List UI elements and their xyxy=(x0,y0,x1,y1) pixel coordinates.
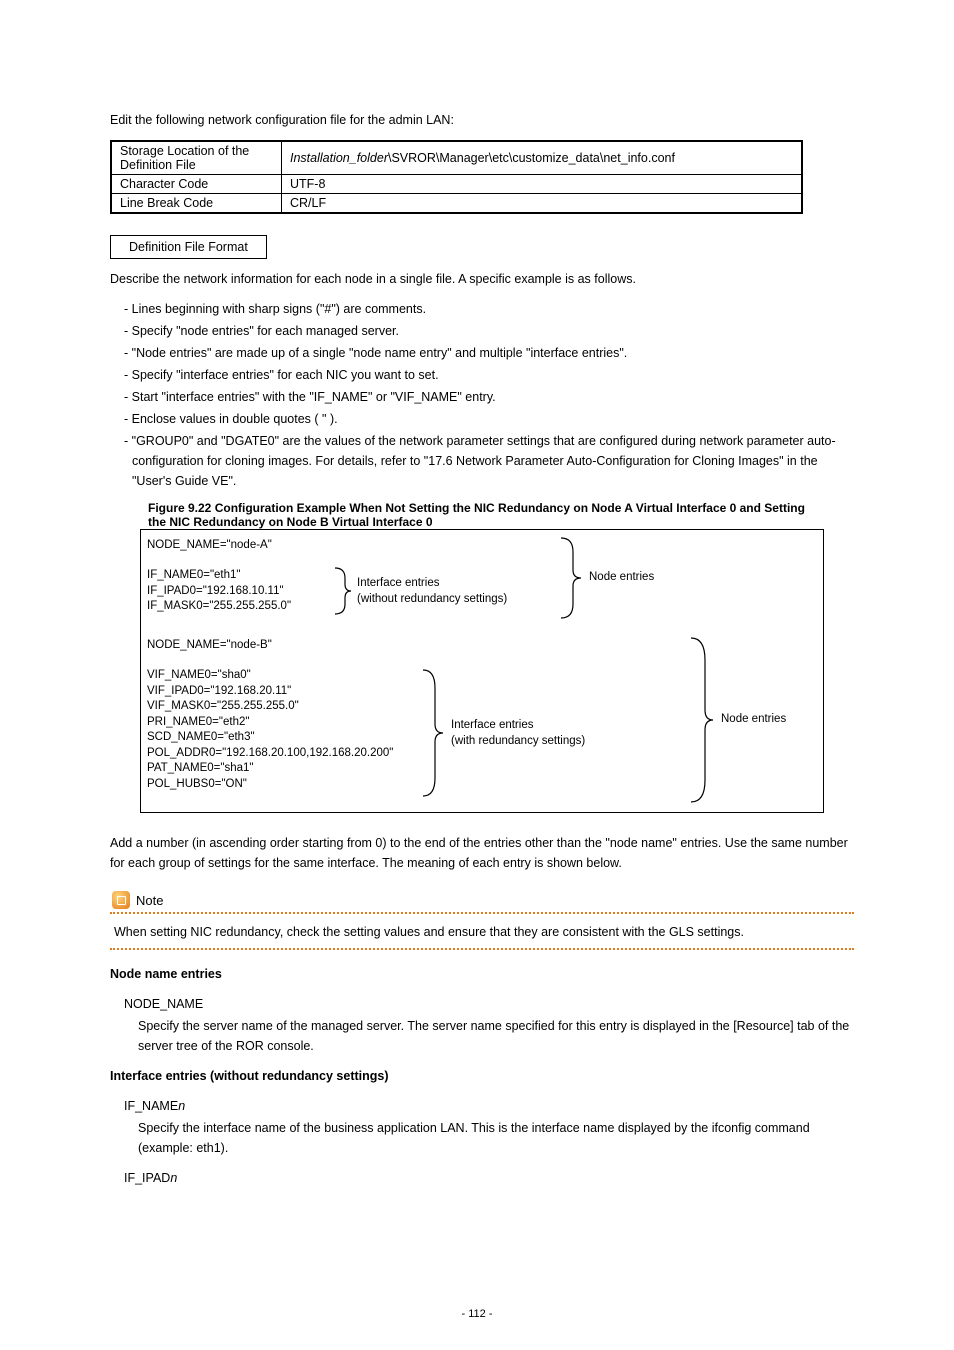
list-item: - "Node entries" are made up of a single… xyxy=(124,343,854,363)
fig-label-if-with: Interface entries (with redundancy setti… xyxy=(451,718,585,749)
cell-label: Character Code xyxy=(112,175,282,194)
table-row: Character Code UTF-8 xyxy=(112,175,802,194)
file-format-heading-box: Definition File Format xyxy=(110,235,267,259)
cell-label: Storage Location of theDefinition File xyxy=(112,142,282,175)
list-item: - Lines beginning with sharp signs ("#")… xyxy=(124,299,854,319)
fig-line: VIF_NAME0="sha0" xyxy=(147,668,393,684)
brace-icon xyxy=(689,636,715,804)
fig-line: PAT_NAME0="sha1" xyxy=(147,761,393,777)
file-format-list: - Lines beginning with sharp signs ("#")… xyxy=(124,299,854,491)
cell-value: CR/LF xyxy=(282,194,802,213)
fig-line: IF_NAME0="eth1" xyxy=(147,568,291,584)
brace-icon xyxy=(333,566,353,616)
note-block: Note When setting NIC redundancy, check … xyxy=(110,891,854,950)
fig-line: IF_IPAD0="192.168.10.11" xyxy=(147,584,291,600)
node-name-entry-heading: NODE_NAME xyxy=(124,994,854,1014)
if-name-body: Specify the interface name of the busine… xyxy=(138,1118,854,1158)
config-file-table: Storage Location of theDefinition File I… xyxy=(110,140,803,214)
list-item: - Enclose values in double quotes ( " ). xyxy=(124,409,854,429)
fig-node-a-if: IF_NAME0="eth1" IF_IPAD0="192.168.10.11"… xyxy=(147,568,291,615)
figure-image: NODE_NAME="node-A" IF_NAME0="eth1" IF_IP… xyxy=(140,529,824,813)
brace-icon xyxy=(421,668,445,798)
figure-block: Figure 9.22 Configuration Example When N… xyxy=(140,501,824,813)
fig-line: IF_MASK0="255.255.255.0" xyxy=(147,599,291,615)
note-label: Note xyxy=(136,893,163,908)
cell-value: UTF-8 xyxy=(282,175,802,194)
fig-line: SCD_NAME0="eth3" xyxy=(147,730,393,746)
list-item: - "GROUP0" and "DGATE0" are the values o… xyxy=(124,431,854,491)
fig-label-if-without: Interface entries (without redundancy se… xyxy=(357,576,507,607)
fig-line: POL_ADDR0="192.168.20.100,192.168.20.200… xyxy=(147,746,393,762)
fig-node-b-name: NODE_NAME="node-B" xyxy=(147,638,272,654)
divider-dots xyxy=(110,948,854,950)
fig-label-node-entries-b: Node entries xyxy=(721,712,786,728)
file-format-desc: Describe the network information for eac… xyxy=(110,269,854,289)
after-figure-paragraph: Add a number (in ascending order startin… xyxy=(110,833,854,873)
list-item: - Start "interface entries" with the "IF… xyxy=(124,387,854,407)
fig-label-node-entries: Node entries xyxy=(589,570,654,586)
cell-label: Line Break Code xyxy=(112,194,282,213)
fig-line: PRI_NAME0="eth2" xyxy=(147,715,393,731)
fig-line: VIF_MASK0="255.255.255.0" xyxy=(147,699,393,715)
fig-line: VIF_IPAD0="192.168.20.11" xyxy=(147,684,393,700)
interface-heading: Interface entries (without redundancy se… xyxy=(110,1066,854,1086)
list-item: - Specify "interface entries" for each N… xyxy=(124,365,854,385)
fig-node-b-vif: VIF_NAME0="sha0" VIF_IPAD0="192.168.20.1… xyxy=(147,668,393,792)
node-name-entry-body: Specify the server name of the managed s… xyxy=(138,1016,854,1056)
node-name-heading: Node name entries xyxy=(110,964,854,984)
page-number: - 112 - xyxy=(462,1308,493,1320)
table-row: Line Break Code CR/LF xyxy=(112,194,802,213)
note-body: When setting NIC redundancy, check the s… xyxy=(110,922,854,942)
figure-caption: Figure 9.22 Configuration Example When N… xyxy=(148,501,824,529)
intro-paragraph: Edit the following network configuration… xyxy=(110,110,854,130)
fig-node-a-name: NODE_NAME="node-A" xyxy=(147,538,272,554)
if-name-heading: IF_NAMEn xyxy=(124,1096,854,1116)
if-ipad-heading: IF_IPADn xyxy=(124,1168,854,1188)
file-format-heading: Definition File Format xyxy=(129,240,248,254)
divider-dots xyxy=(110,912,854,914)
list-item: - Specify "node entries" for each manage… xyxy=(124,321,854,341)
fig-line: POL_HUBS0="ON" xyxy=(147,777,393,793)
brace-icon xyxy=(559,536,583,620)
cell-value: Installation_folder\SVROR\Manager\etc\cu… xyxy=(282,142,802,175)
table-row: Storage Location of theDefinition File I… xyxy=(112,142,802,175)
note-icon xyxy=(112,891,130,909)
